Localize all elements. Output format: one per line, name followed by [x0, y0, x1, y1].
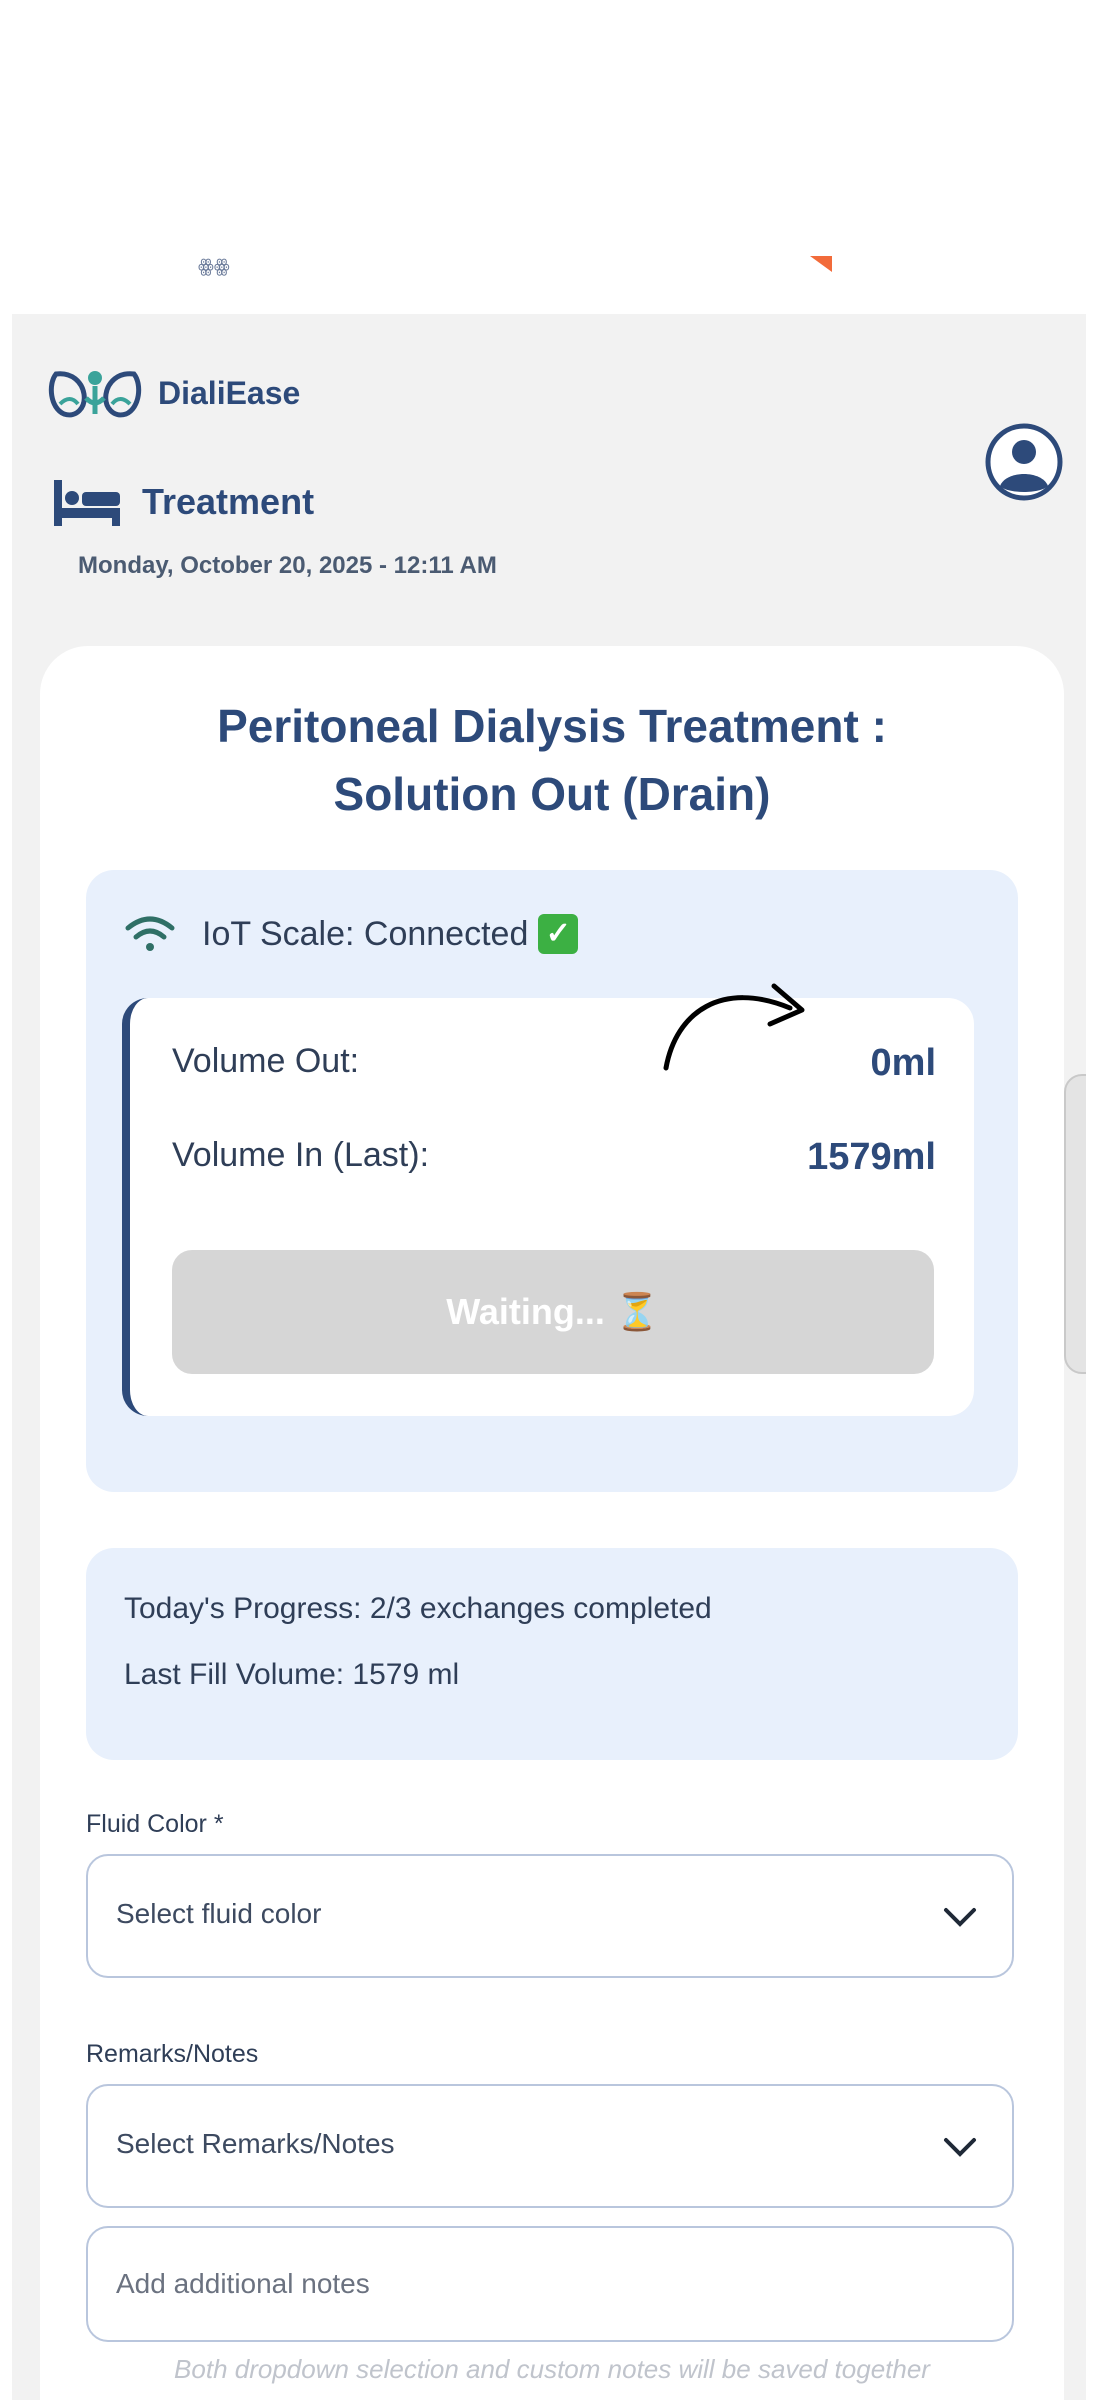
treatment-title-line1: Peritoneal Dialysis Treatment :: [217, 700, 887, 752]
volume-out-label: Volume Out:: [172, 1042, 360, 1080]
treatment-datetime: Monday, October 20, 2025 - 12:11 AM: [78, 552, 497, 579]
waiting-button[interactable]: Waiting... ⏳: [172, 1250, 934, 1374]
chevron-down-icon: [944, 1908, 976, 1927]
app-screen: DialiEase Treatment Monday, October 20, …: [12, 314, 1086, 2400]
iot-status-text: IoT Scale: Connected: [202, 914, 529, 953]
wifi-icon: [125, 916, 175, 951]
volume-in-label: Volume In (Last):: [172, 1136, 430, 1174]
remarks-label: Remarks/Notes: [86, 2040, 259, 2068]
checkmark-icon: ✓: [538, 914, 579, 954]
volume-card: Volume Out: 0ml Volume In (Last): 1579ml…: [122, 983, 974, 1416]
bed-icon: [54, 480, 120, 526]
section-title: Treatment: [52, 476, 314, 528]
volume-out-row: Volume Out: 0ml: [172, 1042, 936, 1085]
iot-status: IoT Scale: Connected ✓: [124, 914, 579, 954]
logo-icon: [48, 371, 142, 418]
volume-in-value: 1579ml: [807, 1136, 936, 1178]
additional-notes-input[interactable]: [86, 2226, 1014, 2342]
progress-panel: Today's Progress: 2/3 exchanges complete…: [86, 1548, 1018, 1760]
status-glyph: ꙮꙮ: [198, 256, 230, 276]
scrollbar[interactable]: [1064, 1074, 1086, 1374]
fluid-color-placeholder: Select fluid color: [116, 1898, 322, 1929]
remarks-select[interactable]: Select Remarks/Notes: [86, 2084, 1014, 2208]
app-name: DialiEase: [158, 374, 301, 411]
volume-in-row: Volume In (Last): 1579ml: [172, 1136, 936, 1179]
progress-text: Today's Progress: 2/3 exchanges complete…: [124, 1592, 712, 1625]
treatment-card: Peritoneal Dialysis Treatment : Solution…: [40, 646, 1064, 2400]
last-fill-text: Last Fill Volume: 1579 ml: [124, 1658, 460, 1691]
page-title: Treatment: [142, 481, 315, 522]
chevron-down-icon: [944, 2138, 976, 2157]
status-accent-shape: [810, 256, 832, 272]
fluid-color-label: Fluid Color *: [86, 1810, 224, 1838]
notes-hint: Both dropdown selection and custom notes…: [174, 2354, 930, 2384]
fluid-color-select[interactable]: Select fluid color: [86, 1854, 1014, 1978]
treatment-title-line2: Solution Out (Drain): [333, 768, 771, 820]
user-avatar-icon[interactable]: [984, 422, 1064, 502]
volume-out-value: 0ml: [870, 1042, 936, 1084]
iot-scale-panel: IoT Scale: Connected ✓ Volume Out: 0ml V…: [86, 870, 1018, 1492]
remarks-placeholder: Select Remarks/Notes: [116, 2128, 395, 2159]
brand: DialiEase: [46, 364, 300, 422]
treatment-title: Peritoneal Dialysis Treatment : Solution…: [40, 692, 1064, 828]
